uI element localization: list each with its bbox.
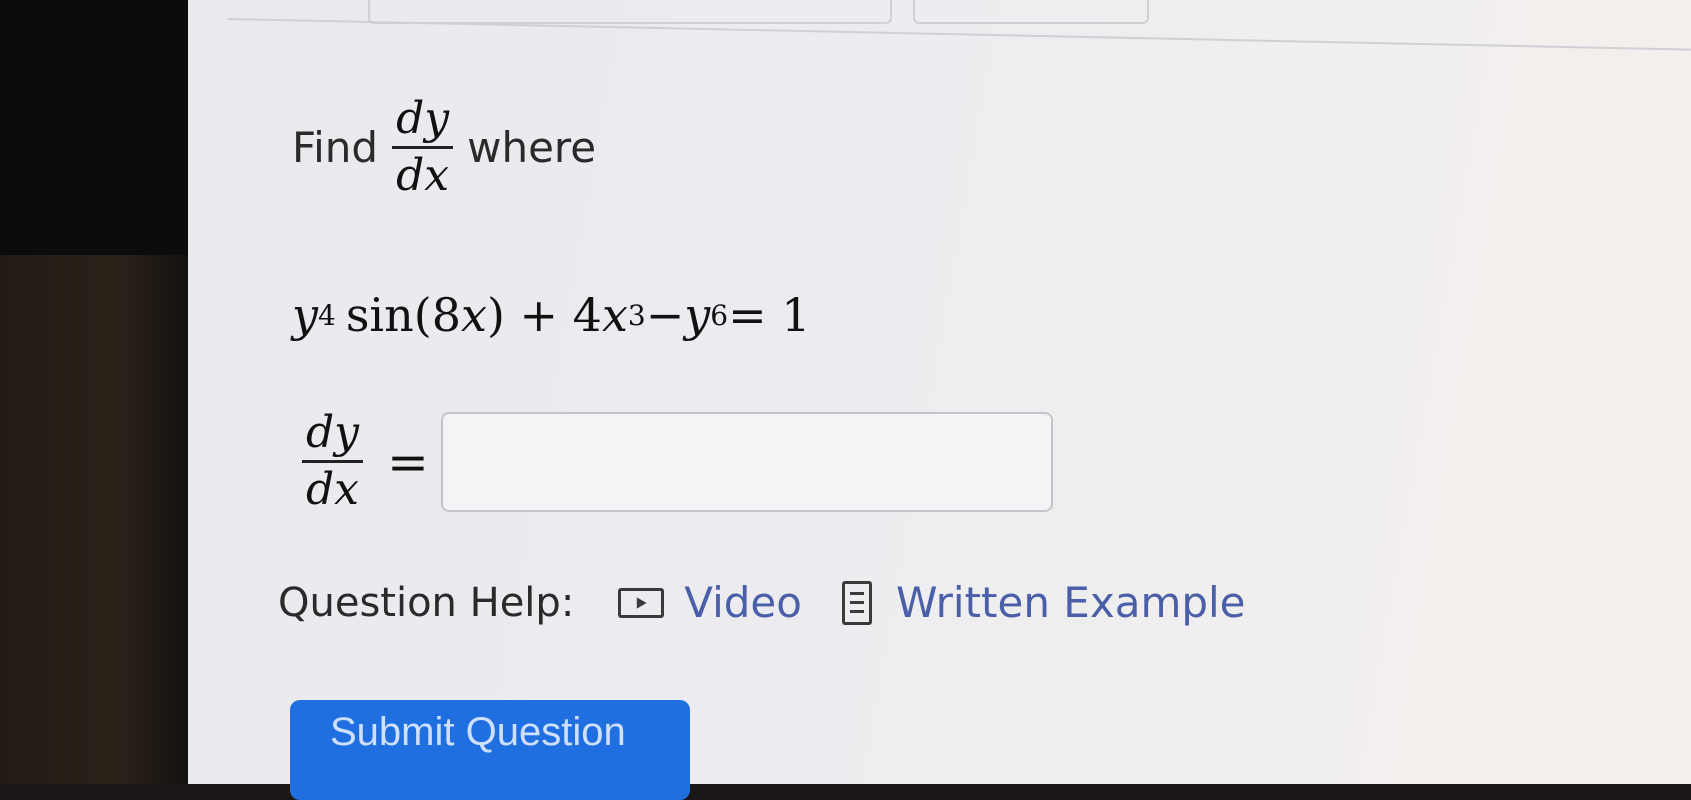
- eq-x: x: [461, 288, 487, 342]
- top-tab-left[interactable]: [368, 0, 892, 24]
- answer-derivative: dy dx: [302, 407, 364, 516]
- eq-y: y: [292, 288, 318, 342]
- eq-x-exponent: 3: [627, 298, 646, 332]
- where-word: where: [467, 123, 597, 173]
- monitor-bezel-top: [0, 0, 200, 255]
- equation: y4 sin(8 x) + 4x3 − y6 = 1: [292, 288, 811, 342]
- eq-y2: y: [684, 288, 711, 342]
- eq-y-exponent: 4: [318, 298, 336, 332]
- question-help: Question Help: Video Written Example: [278, 578, 1246, 627]
- written-example-link[interactable]: Written Example: [841, 578, 1246, 627]
- document-icon: [841, 580, 872, 625]
- fraction-numerator: dy: [396, 93, 450, 144]
- answer-input[interactable]: [440, 411, 1053, 512]
- eq-minus: −: [645, 288, 685, 342]
- eq-plus-term: ) + 4: [486, 288, 602, 342]
- derivative-fraction: dy dx: [392, 93, 454, 202]
- fraction-denominator: dx: [396, 150, 450, 202]
- answer-equals: =: [387, 432, 429, 491]
- answer-denominator: dx: [306, 464, 359, 516]
- video-link-label: Video: [684, 578, 802, 627]
- screen: Find dy dx where y4 sin(8 x) + 4x3 − y6 =…: [188, 0, 1691, 800]
- top-tab-right[interactable]: [913, 0, 1149, 24]
- eq-sin: sin(8: [345, 288, 461, 342]
- eq-y2-exponent: 6: [710, 298, 729, 332]
- video-link[interactable]: Video: [618, 578, 802, 627]
- written-example-label: Written Example: [895, 578, 1246, 627]
- find-word: Find: [292, 123, 379, 173]
- question-help-label: Question Help:: [278, 579, 575, 626]
- answer-numerator: dy: [306, 407, 360, 458]
- question-prompt: Find dy dx where: [292, 93, 597, 202]
- eq-x2: x: [601, 288, 628, 342]
- eq-rhs: = 1: [728, 288, 811, 342]
- answer-row: dy dx =: [288, 407, 1053, 516]
- play-icon: [618, 587, 665, 618]
- submit-question-button[interactable]: Submit Question: [290, 700, 690, 800]
- answer-fraction-bar: [302, 460, 364, 464]
- fraction-bar: [392, 146, 454, 150]
